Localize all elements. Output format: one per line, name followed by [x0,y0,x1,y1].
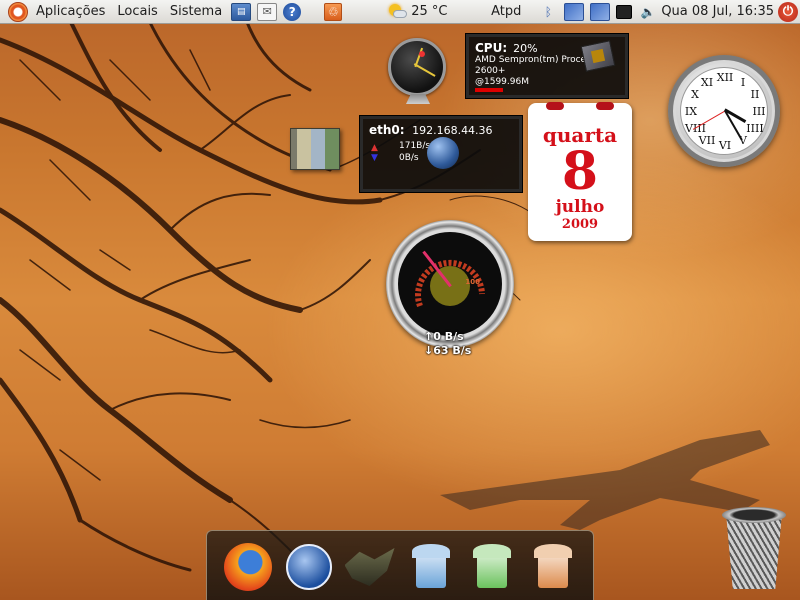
impress-icon [533,544,572,590]
trash-icon[interactable] [720,505,788,591]
pidgin-icon [285,544,332,590]
dock-item-pidgin[interactable] [284,541,334,593]
clock-numeral: V [739,134,747,147]
gauge-face: 100 [398,232,502,336]
firefox-icon [223,543,272,591]
clock-stand [406,94,430,104]
calendar-year: 2009 [561,217,599,232]
power-icon[interactable]: ⏻ [778,1,798,22]
workspace-icon[interactable] [564,2,585,21]
user-switcher[interactable]: Atpd [485,4,527,19]
trash-rim [722,507,786,523]
eth-up-rate: 171B/s [399,141,431,151]
menu-applications[interactable]: Aplicações [30,4,111,19]
panel-left: Aplicações Locais Sistema ▤ ✉ ? [0,0,304,23]
alarm-dot [419,51,425,57]
update-manager-icon[interactable]: ♲ [324,2,343,21]
clock-numeral: IX [684,105,698,118]
dock-item-firefox[interactable] [223,541,273,593]
network-icon[interactable]: ▤ [231,2,252,21]
clock-numeral: VI [718,139,732,152]
help-icon[interactable]: ? [283,2,302,21]
top-panel: Aplicações Locais Sistema ▤ ✉ ? ♲ 25 °C … [0,0,800,24]
clock-numeral: II [750,88,760,101]
mail-icon[interactable]: ✉ [257,2,278,21]
clock-numeral: X [691,88,699,101]
globe-icon [427,137,459,169]
download-arrow-icon: ▼ [371,153,378,163]
trash-body [726,513,782,589]
workspace-icon[interactable] [590,2,611,21]
calc-icon [472,544,511,590]
cpu-usage-bar [475,88,503,92]
small-clock-widget[interactable] [386,36,446,108]
cpu-usage: 20% [513,42,538,55]
clock-numeral: XI [700,76,714,89]
partly-cloudy-icon [387,3,408,21]
calendar-ring [546,102,564,110]
upload-arrow-icon: ▲ [371,143,378,153]
calendar-widget[interactable]: quarta 8 julho 2009 [528,102,632,241]
gimp-icon [344,548,395,586]
eth-down-rate: 0B/s [399,153,419,163]
dock-item-impress[interactable] [528,541,578,593]
clock-numeral: XII [716,71,734,84]
gauge-max-label: 100 [465,278,480,286]
gauge-upload-rate: ↑0 B/s [424,330,464,343]
monitor-icon[interactable] [616,4,633,19]
dock-item-gimp[interactable] [344,541,395,593]
analog-clock-widget[interactable]: XII I II III IIII V VI VII VIII IX X XI [668,55,780,167]
cpu-title: CPU: [475,41,508,55]
clock-numeral: III [752,105,766,118]
menu-places[interactable]: Locais [111,4,163,19]
network-gauge-widget[interactable]: 100 [386,220,514,348]
calendar-month: julho [555,197,605,217]
weather-applet[interactable]: 25 °C [387,3,447,21]
network-monitor-widget[interactable]: eth0: 192.168.44.36 ▲ ▼ 171B/s 0B/s [359,115,523,193]
panel-right: Atpd ᛒ 🔈 Qua 08 Jul, 16:35 ⏻ [485,0,800,23]
eth-interface: eth0: [369,123,405,137]
clock-numeral: VII [698,134,716,147]
calendar-ring [596,102,614,110]
cpu-monitor-widget[interactable]: CPU: 20% AMD Sempron(tm) Processor 2600+… [465,33,629,99]
dock-item-writer[interactable] [406,541,456,593]
calendar-day: 8 [561,141,599,202]
gauge-download-rate: ↓63 B/s [424,344,472,357]
eth-ip-address: 192.168.44.36 [412,124,493,137]
gauge-rates: ↑0 B/s ↓63 B/s [424,330,471,358]
clock-datetime[interactable]: Qua 08 Jul, 16:35 [661,4,774,19]
dock [206,530,594,600]
bluetooth-icon[interactable]: ᛒ [538,3,558,21]
menu-system[interactable]: Sistema [164,4,228,19]
ubuntu-logo-icon[interactable] [8,1,28,22]
volume-icon[interactable]: 🔈 [638,3,658,21]
cpu-frequency: @1599.96M [475,77,529,87]
folder-icon[interactable] [290,128,340,170]
writer-icon [411,544,450,590]
weather-temperature: 25 °C [411,4,448,19]
dock-item-calc[interactable] [467,541,517,593]
